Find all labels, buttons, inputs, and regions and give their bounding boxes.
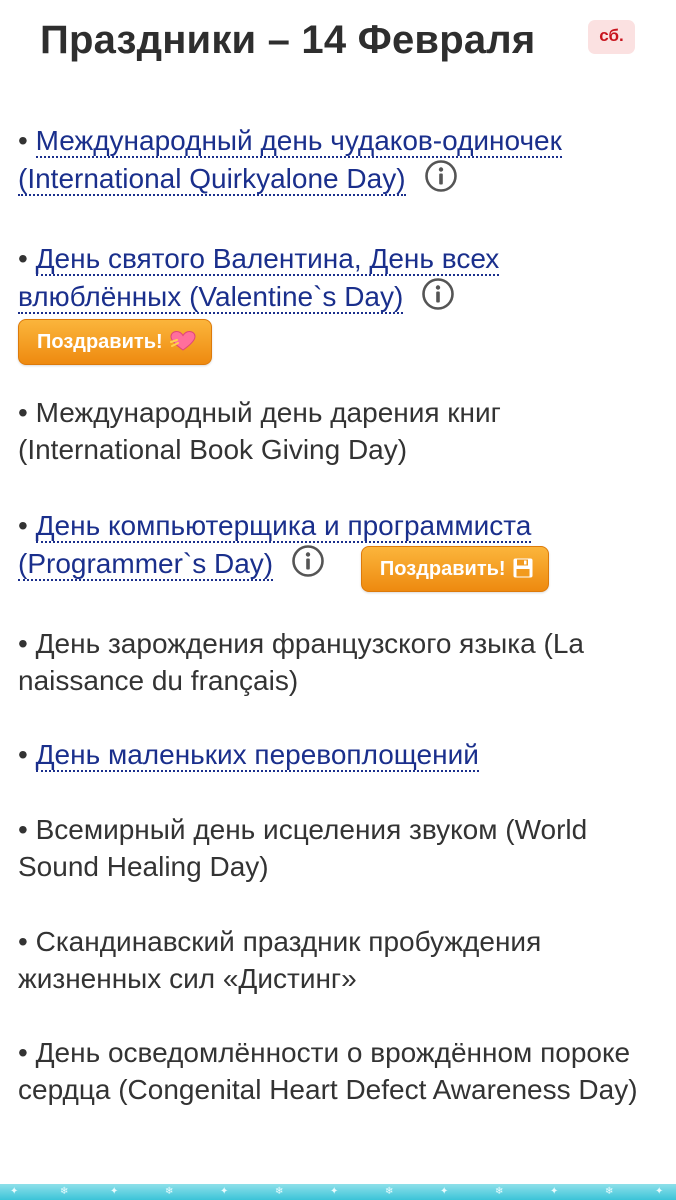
holiday-item: • Скандинавский праздник пробуждения жиз… — [18, 923, 668, 997]
holiday-link[interactable]: День маленьких перевоплощений — [35, 739, 479, 772]
holiday-title: Всемирный день исцеления звуком (World S… — [18, 814, 588, 882]
holiday-title: День осведомлённости о врождённом пороке… — [18, 1037, 638, 1105]
holiday-link[interactable]: Международный день чудаков-одиночек (Int… — [18, 125, 562, 196]
holiday-item: • День осведомлённости о врождённом поро… — [18, 1034, 668, 1108]
holiday-item: • День маленьких перевоплощений — [18, 736, 668, 773]
bullet: • — [18, 510, 28, 541]
heart-icon — [169, 330, 196, 351]
holiday-item: • Международный день чудаков-одиночек (I… — [18, 122, 668, 197]
bullet: • — [18, 814, 28, 845]
holiday-item: • День святого Валентина, День всех влюб… — [18, 240, 668, 365]
congratulate-button-label: Поздравить! — [37, 331, 163, 353]
holiday-title: Скандинавский праздник пробуждения жизне… — [18, 926, 542, 994]
holiday-title: Международный день дарения книг (Interna… — [18, 397, 501, 465]
info-icon[interactable] — [424, 159, 458, 193]
info-icon[interactable] — [291, 544, 325, 578]
bullet: • — [18, 1037, 28, 1068]
bullet: • — [18, 628, 28, 659]
bullet: • — [18, 397, 28, 428]
holiday-item: • Всемирный день исцеления звуком (World… — [18, 811, 668, 885]
decorative-footer-strip: ✦ ❄ ✦ ❄ ✦ ❄ ✦ ❄ ✦ ❄ ✦ ❄ ✦ — [0, 1184, 676, 1200]
congratulate-button[interactable]: Поздравить! — [18, 319, 212, 365]
holiday-item: • Международный день дарения книг (Inter… — [18, 394, 668, 468]
bullet: • — [18, 926, 28, 957]
page-header: Праздники – 14 Февраля сб. — [0, 14, 676, 74]
congratulate-button[interactable]: Поздравить! — [360, 546, 549, 592]
holiday-item: • День компьютерщика и программиста (Pro… — [18, 507, 668, 592]
congratulate-button-label: Поздравить! — [379, 558, 506, 580]
page-title: Праздники – 14 Февраля — [40, 18, 536, 62]
bullet: • — [18, 243, 28, 274]
floppy-disk-icon — [513, 558, 533, 578]
day-of-week-badge: сб. — [588, 20, 635, 54]
holiday-title: День зарождения французского языка (La n… — [18, 628, 584, 696]
bullet: • — [18, 125, 28, 156]
bullet: • — [18, 739, 28, 770]
holiday-item: • День зарождения французского языка (La… — [18, 625, 668, 699]
info-icon[interactable] — [421, 277, 455, 311]
